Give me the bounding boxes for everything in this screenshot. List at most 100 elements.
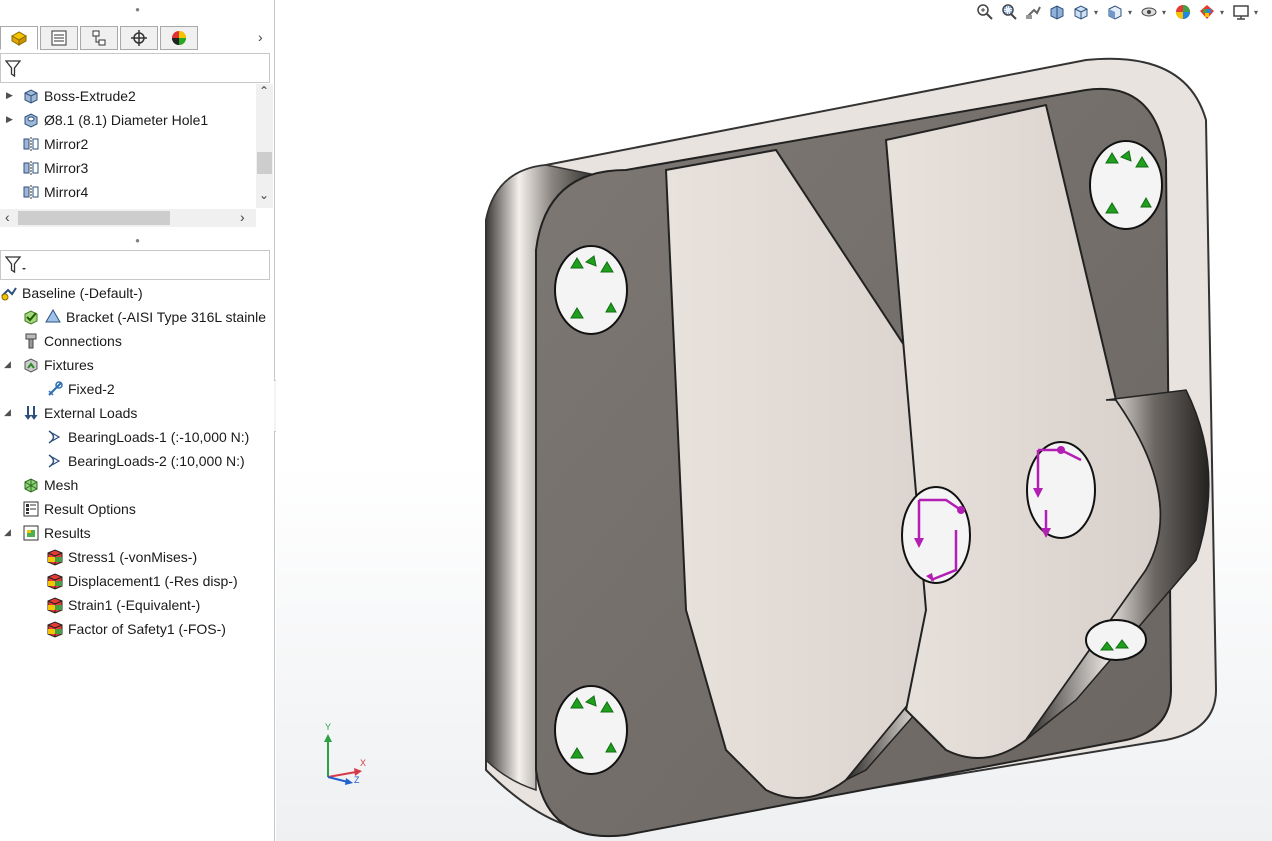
hide-show-items-icon[interactable] [1138,1,1160,23]
result-options-label: Result Options [44,501,136,517]
fixture-fixed-2[interactable]: Fixed-2 [46,377,115,401]
view-orientation-dropdown-icon[interactable]: ▾ [1094,8,1102,17]
filter-dropdown-icon [5,256,26,274]
static-study-icon [0,284,18,302]
part-check-icon [22,308,40,326]
study-label: Baseline (-Default-) [22,285,143,301]
result-label: Stress1 (-vonMises-) [68,549,198,565]
feature-label: Mirror4 [44,184,89,200]
collapse-arrow-icon[interactable]: ◢ [4,527,11,538]
bracket-model[interactable] [426,50,1226,841]
external-loads-icon [22,404,40,422]
tab-displaymanager[interactable] [160,26,198,50]
fixtures-folder[interactable]: Fixtures [22,353,94,377]
mesh-label: Mesh [44,477,79,493]
expand-arrow-icon[interactable]: ▶ [6,114,13,125]
result-options-item[interactable]: Result Options [22,497,136,521]
reference-triad: Y X Z [320,722,370,787]
result-label: Factor of Safety1 (-FOS-) [68,621,226,637]
feature-filter-field[interactable] [0,53,270,83]
feature-label: Ø8.1 (8.1) Diameter Hole1 [44,112,209,128]
feature-label: Mirror2 [44,136,89,152]
collapse-arrow-icon[interactable]: ◢ [4,407,11,418]
collapse-arrow-icon[interactable]: ◢ [4,359,11,370]
scroll-up-icon[interactable]: ⌃ [259,84,269,98]
load-bearing-1[interactable]: BearingLoads-1 (:-10,000 N:) [46,425,249,449]
fixed-geometry-icon [46,380,64,398]
view-settings-icon[interactable] [1230,1,1252,23]
result-strain1[interactable]: Strain1 (-Equivalent-) [46,593,200,617]
hole-wizard-icon [22,111,40,129]
zoom-to-area-icon[interactable] [998,1,1020,23]
fixture-label: Fixed-2 [68,381,115,397]
connections-folder[interactable]: Connections [22,329,122,353]
feature-tree-horizontal-scrollbar[interactable]: ‹ › [0,209,256,227]
view-settings-dropdown-icon[interactable]: ▾ [1254,8,1262,17]
tab-featuremanager[interactable] [0,26,38,50]
display-style-dropdown-icon[interactable]: ▾ [1128,8,1136,17]
result-stress1[interactable]: Stress1 (-vonMises-) [46,545,197,569]
bearing-load-icon [46,428,64,446]
scroll-thumb[interactable] [18,211,170,225]
mesh-icon [22,476,40,494]
left-pane: ● › ▶ Boss-Extrude2 ▶ Ø8.1 (8.1) Diamete… [0,0,287,841]
mesh-item[interactable]: Mesh [22,473,78,497]
load-bearing-2[interactable]: BearingLoads-2 (:10,000 N:) [46,449,245,473]
apply-scene-icon[interactable] [1196,1,1218,23]
extrude-icon [22,87,40,105]
simulation-filter-field[interactable] [0,250,270,280]
hide-show-dropdown-icon[interactable]: ▾ [1162,8,1170,17]
axis-x-label: X [360,758,367,768]
solid-body-icon [44,308,62,326]
fixtures-icon [22,356,40,374]
zoom-to-fit-icon[interactable] [974,1,996,23]
configurationmanager-icon [92,30,106,46]
part-label: Bracket (-AISI Type 316L stainle [66,309,266,325]
scroll-thumb[interactable] [257,152,272,174]
mirror-icon [22,183,40,201]
section-view-icon[interactable] [1046,1,1068,23]
view-orientation-icon[interactable] [1104,1,1126,23]
graphics-area[interactable]: ▾ ▾ ▾ ▾ ▾ Y X Z [276,0,1272,841]
tab-dimxpertmanager[interactable] [120,26,158,50]
study-baseline[interactable]: Baseline (-Default-) [0,281,143,305]
scroll-down-icon[interactable]: ⌄ [259,188,269,202]
bearing-load-icon [46,452,64,470]
propertymanager-icon [51,30,67,46]
feature-tree-vertical-scrollbar[interactable]: ⌃ ⌄ [256,84,273,208]
tab-propertymanager[interactable] [40,26,78,50]
results-folder[interactable]: Results [22,521,91,545]
feature-item-mirror2[interactable]: Mirror2 [22,132,88,156]
tab-configurationmanager[interactable] [80,26,118,50]
scene-dropdown-icon[interactable]: ▾ [1220,8,1228,17]
scroll-right-icon[interactable]: › [240,209,245,225]
result-factor-of-safety1[interactable]: Factor of Safety1 (-FOS-) [46,617,226,641]
feature-item-hole1[interactable]: Ø8.1 (8.1) Diameter Hole1 [22,108,208,132]
scroll-left-icon[interactable]: ‹ [5,209,10,225]
feature-item-mirror3[interactable]: Mirror3 [22,156,88,180]
result-options-icon [22,500,40,518]
tabs-scroll-right-icon[interactable]: › [258,29,263,45]
stress-plot-icon [46,548,64,566]
mirror-icon [22,159,40,177]
middle-splitter-grip[interactable]: ● [0,237,275,245]
featuremanager-icon [10,31,28,46]
result-label: Displacement1 (-Res disp-) [68,573,238,589]
previous-view-icon[interactable] [1022,1,1044,23]
connections-label: Connections [44,333,122,349]
displacement-plot-icon [46,572,64,590]
feature-label: Mirror3 [44,160,89,176]
edit-appearance-icon[interactable] [1172,1,1194,23]
result-displacement1[interactable]: Displacement1 (-Res disp-) [46,569,238,593]
load-label: BearingLoads-1 (:-10,000 N:) [68,429,250,445]
feature-item-mirror4[interactable]: Mirror4 [22,180,88,204]
dynamic-annotation-views-icon[interactable] [1070,1,1092,23]
results-folder-icon [22,524,40,542]
dimxpert-icon [131,30,147,46]
top-splitter-grip[interactable]: ● [0,6,275,14]
part-bracket[interactable]: Bracket (-AISI Type 316L stainle [22,305,266,329]
fos-plot-icon [46,620,64,638]
feature-item-boss-extrude2[interactable]: Boss-Extrude2 [22,84,136,108]
external-loads-folder[interactable]: External Loads [22,401,137,425]
expand-arrow-icon[interactable]: ▶ [6,90,13,101]
